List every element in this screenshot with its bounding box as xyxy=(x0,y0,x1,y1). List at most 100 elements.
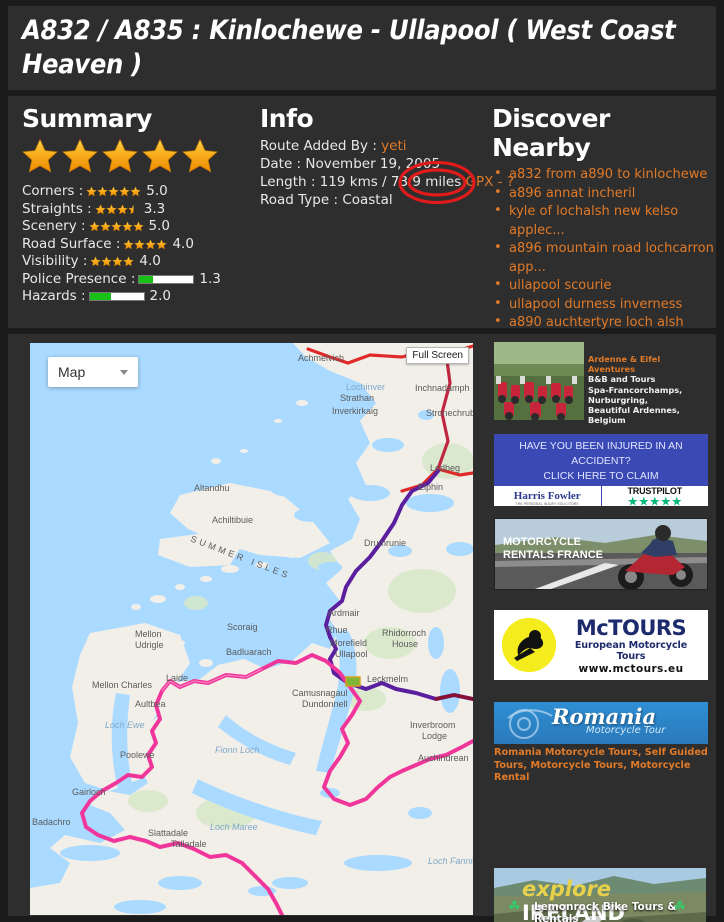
nearby-link[interactable]: a890 auchtertyre loch alsh xyxy=(492,313,714,333)
ireland-word-explore: explore xyxy=(522,877,612,901)
fullscreen-button[interactable]: Full Screen xyxy=(406,347,469,364)
rating-bar xyxy=(88,292,145,302)
rating-stars xyxy=(90,256,135,267)
map-place-label: Gairloch xyxy=(72,787,106,797)
page-title: A832 / A835 : Kinlochewe - Ullapool ( We… xyxy=(22,15,676,80)
overall-star-rating xyxy=(20,137,252,175)
rating-stars xyxy=(86,186,141,197)
chevron-down-icon xyxy=(120,369,128,375)
rating-stars xyxy=(123,239,168,250)
star-icon xyxy=(99,221,111,232)
star-icon xyxy=(108,186,119,197)
star-icon xyxy=(101,256,113,267)
content-panel: Achmelvich Lochinver Strathan Inverkirkaig I… xyxy=(8,334,716,922)
rating-row: Hazards : 2.0 xyxy=(22,288,252,306)
map-place-label: Rhue xyxy=(326,625,348,635)
ad-ardenne-line-0: B&B and Tours xyxy=(588,374,656,385)
nearby-link[interactable]: ullapool durness inverness xyxy=(492,295,714,315)
map-place-label: Inverkirkaig xyxy=(332,406,378,416)
star-icon xyxy=(123,239,135,250)
nearby-link[interactable]: kyle of lochalsh new kelso applec... xyxy=(492,202,714,240)
ad-harris-footer: Harris Fowler THE PERSONAL INJURY SOLICI… xyxy=(494,486,708,506)
rating-bar xyxy=(138,274,195,284)
map-place-label: Mellon Charles xyxy=(92,680,153,690)
map-place-label: Loch Fannich xyxy=(428,856,473,866)
star-icon xyxy=(130,186,141,197)
nearby-link[interactable]: a896 mountain road lochcarron app... xyxy=(492,239,714,277)
star-icon xyxy=(112,256,124,267)
star-icon xyxy=(145,239,157,250)
top-info-panel: Summary Corners :5.0 Straights :3.3 Scener… xyxy=(8,96,716,387)
rating-row: Visibility : 4.0 xyxy=(22,253,252,271)
map-place-label: Achmelvich xyxy=(298,353,344,363)
ad-mctours[interactable]: McTOURS European Motorcycle Tours www.mc… xyxy=(494,610,708,680)
rating-label: Corners : xyxy=(22,183,84,199)
star-icon xyxy=(132,221,144,232)
added-by-value[interactable]: yeti xyxy=(381,138,406,154)
map-place-label: Laide xyxy=(166,673,188,683)
map-place-label: Loch Maree xyxy=(210,822,258,832)
map-place-label: Strathan xyxy=(340,393,374,403)
map-place-label: Inverbroom xyxy=(410,720,456,730)
rating-label: Straights : xyxy=(22,200,92,217)
map-place-label: Ardmair xyxy=(328,608,360,618)
star-icon xyxy=(90,256,102,267)
mctours-text: McTOURS European Motorcycle Tours www.mc… xyxy=(562,616,700,675)
rating-row: Straights : 3.3 xyxy=(22,201,252,219)
harris-fowler-tagline: THE PERSONAL INJURY SOLICITORS xyxy=(515,502,579,506)
trustpilot-stars xyxy=(627,496,682,507)
map-place-label: House xyxy=(392,639,418,649)
map-place-label: Altandhu xyxy=(194,483,230,493)
map-place-label: Lochinver xyxy=(346,382,385,392)
map-place-label: Drumrunie xyxy=(364,538,406,548)
page-root: A832 / A835 : Kinlochewe - Ullapool ( We… xyxy=(0,0,724,922)
map-place-label: Ullapool xyxy=(335,649,368,659)
map-place-label: Fionn Loch xyxy=(215,745,260,755)
ad-ardenne-title: Ardenne & Eifel Aventures xyxy=(588,354,661,375)
ad-ardenne-photo xyxy=(494,342,584,420)
harris-fowler-name: Harris Fowler xyxy=(513,490,581,502)
map-type-button[interactable]: Map xyxy=(48,357,138,387)
ad-motorcycle-rentals-france[interactable]: MOTORCYCLE RENTALS FRANCE xyxy=(494,518,708,590)
rating-value: 3.3 xyxy=(143,200,166,217)
map-place-label: Lodge xyxy=(422,731,447,741)
nearby-link[interactable]: a896 annat incheril xyxy=(492,184,714,204)
rating-value: 4.0 xyxy=(172,235,194,252)
map-container[interactable]: Achmelvich Lochinver Strathan Inverkirkaig I… xyxy=(30,343,473,915)
rating-row: Corners : 5.0 xyxy=(22,183,252,201)
map-canvas[interactable]: Achmelvich LochinverStrathan Inverkirkaig I… xyxy=(30,343,473,915)
date-value: November 19, 2005 xyxy=(305,156,441,172)
nearby-link[interactable]: ullapool scourie xyxy=(492,276,714,296)
ad-harris-line3: CLICK HERE TO CLAIM xyxy=(543,470,659,482)
ad-ardenne-eifel[interactable]: Ardenne & Eifel Aventures B&B and Tours … xyxy=(494,342,708,425)
ad-explore-ireland[interactable]: explore IRELAND Lemonrock Bike Tours & R… xyxy=(494,868,708,922)
ad-harris-fowler[interactable]: HAVE YOU BEEN INJURED IN AN ACCIDENT? CL… xyxy=(494,434,708,506)
star-icon xyxy=(182,138,218,173)
length-value: 119 kms / 73.9 miles xyxy=(319,174,462,190)
mctours-url[interactable]: www.mctours.eu xyxy=(562,663,700,675)
rating-stars xyxy=(88,221,144,232)
info-row-road-type: Road Type : Coastal xyxy=(260,191,485,209)
star-icon xyxy=(119,186,130,197)
nearby-link[interactable]: a832 from a890 to kinlochewe xyxy=(492,165,714,185)
added-by-label: Route Added By : xyxy=(260,138,377,154)
rating-label: Scenery : xyxy=(22,218,86,234)
ad-france-image: MOTORCYCLE RENTALS FRANCE xyxy=(495,519,707,589)
map-place-label: Rhidorroch xyxy=(382,628,426,638)
clover-icon-right: ☘ xyxy=(673,898,686,914)
info-heading: Info xyxy=(260,104,314,133)
romania-description: Romania Motorcycle Tours, Self Guided To… xyxy=(494,747,708,783)
road-type-label: Road Type : xyxy=(260,192,339,208)
map-place-label: Udrigle xyxy=(135,640,164,650)
rating-value: 1.3 xyxy=(199,270,221,287)
discover-nearby-section: Discover Nearby a832 from a890 to kinloc… xyxy=(492,96,714,387)
length-label: Length : xyxy=(260,174,316,190)
summary-section: Summary Corners :5.0 Straights :3.3 Scener… xyxy=(22,96,252,328)
svg-text:MOTORCYCLE: MOTORCYCLE xyxy=(503,536,581,548)
rating-row: Police Presence : 1.3 xyxy=(22,271,252,289)
road-type-value: Coastal xyxy=(342,192,393,208)
star-icon xyxy=(117,204,128,215)
ad-romania-motorcycle-tour[interactable]: Romania Motorcycle Tour Romania Motorcyc… xyxy=(494,702,708,784)
map-place-label: Elphin xyxy=(418,482,443,492)
map-place-label: Aultbea xyxy=(135,699,166,709)
